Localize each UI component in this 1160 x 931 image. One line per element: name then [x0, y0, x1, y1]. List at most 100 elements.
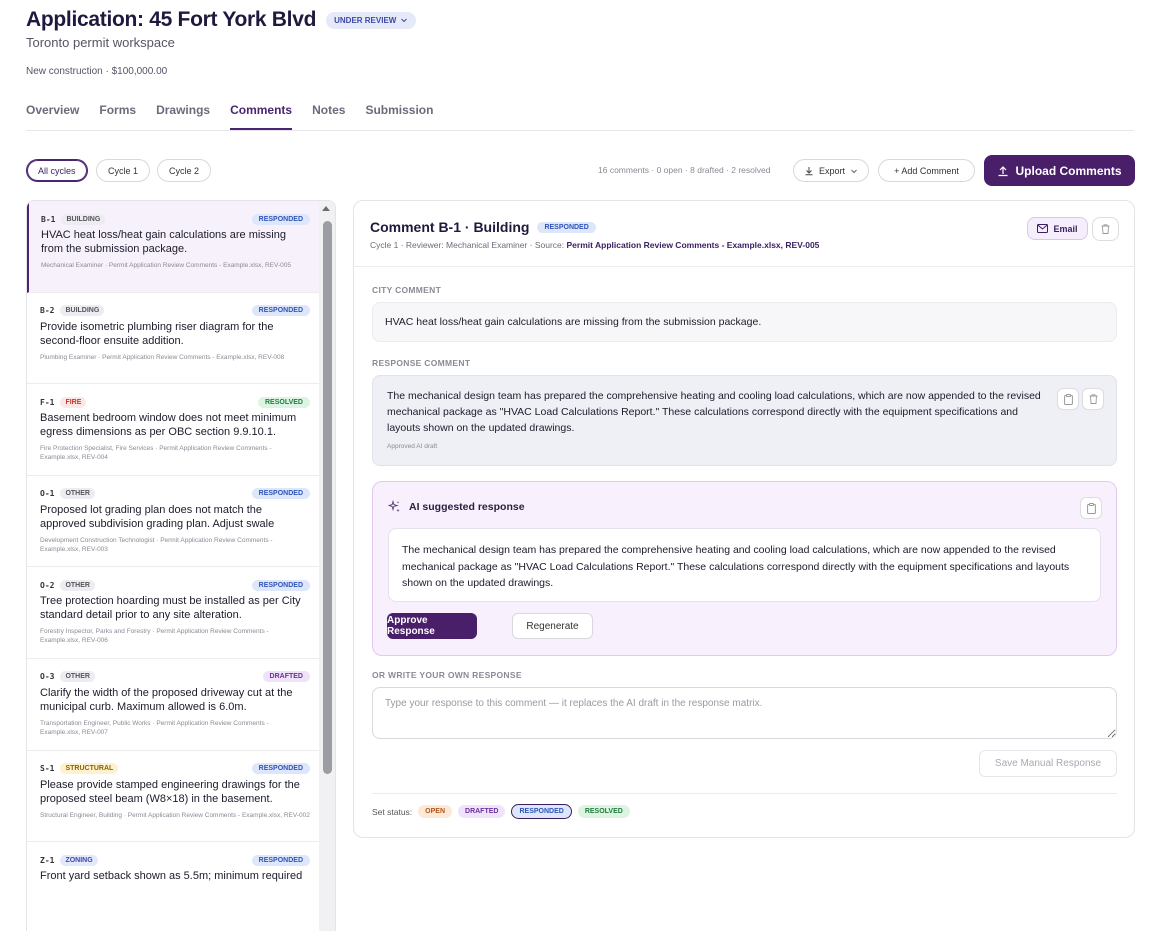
comment-code: B-2: [40, 306, 55, 316]
discipline-tag: STRUCTURAL: [60, 763, 119, 775]
comment-list-item[interactable]: O-1 OTHER RESPONDED Proposed lot grading…: [27, 476, 319, 568]
own-response-input[interactable]: [372, 687, 1117, 739]
copy-ai-suggestion-button[interactable]: [1080, 497, 1102, 519]
application-meta: New construction · $100,000.00: [26, 66, 168, 77]
city-comment-text: HVAC heat loss/heat gain calculations ar…: [372, 302, 1117, 342]
delete-response-button[interactable]: [1082, 388, 1104, 410]
tab-overview[interactable]: Overview: [26, 103, 79, 130]
discipline-tag: OTHER: [60, 579, 95, 591]
scroll-up-arrow-icon[interactable]: [322, 206, 330, 211]
comment-detail-title: Comment B-1 · Building: [370, 219, 530, 235]
page-title: Application: 45 Fort York Blvd: [26, 8, 317, 31]
comment-list-item[interactable]: O-2 OTHER RESPONDED Tree protection hoar…: [27, 567, 319, 659]
comment-text: Clarify the width of the proposed drivew…: [40, 686, 293, 713]
discipline-tag: OTHER: [60, 671, 95, 683]
application-status-dropdown[interactable]: UNDER REVIEW: [326, 11, 417, 29]
tab-submission[interactable]: Submission: [365, 103, 433, 130]
comment-detail-panel: Comment B-1 · Building RESPONDED Cycle 1…: [353, 200, 1135, 838]
status-option-open[interactable]: OPEN: [418, 805, 453, 818]
status-badge: RESPONDED: [537, 221, 596, 233]
comment-detail-header: Comment B-1 · Building RESPONDED Cycle 1…: [354, 201, 1134, 267]
set-status-row: Set status: OPEN DRAFTED RESPONDED RESOL…: [372, 804, 630, 819]
comment-source: Plumbing Examiner · Permit Application R…: [40, 353, 285, 361]
tab-drawings[interactable]: Drawings: [156, 103, 210, 130]
comment-list-item[interactable]: F-1 FIRE RESOLVED Basement bedroom windo…: [27, 384, 319, 476]
comment-code: O-1: [40, 489, 55, 499]
mail-icon: [1037, 224, 1049, 233]
page-header: Application: 45 Fort York Blvd UNDER REV…: [26, 8, 417, 77]
copy-response-button[interactable]: [1057, 388, 1079, 410]
comment-code: O-3: [40, 672, 55, 682]
comment-source: Forestry Inspector, Parks and Forestry ·…: [40, 628, 269, 645]
comment-code: O-2: [40, 580, 55, 590]
status-badge: RESPONDED: [251, 579, 310, 591]
status-option-resolved[interactable]: RESOLVED: [577, 805, 630, 818]
clipboard-icon: [1086, 502, 1096, 514]
tab-bar: Overview Forms Drawings Comments Notes S…: [26, 103, 1134, 131]
comment-code: Z-1: [40, 855, 55, 865]
save-manual-response-button[interactable]: Save Manual Response: [979, 750, 1117, 777]
tab-comments[interactable]: Comments: [230, 103, 293, 130]
comment-text: Tree protection hoarding must be install…: [40, 595, 301, 622]
own-response-label: OR WRITE YOUR OWN RESPONSE: [372, 670, 522, 680]
filter-all-cycles[interactable]: All cycles: [26, 159, 88, 182]
discipline-tag: FIRE: [60, 396, 87, 408]
scrollbar-thumb[interactable]: [323, 221, 332, 774]
tab-forms[interactable]: Forms: [99, 103, 136, 130]
application-status-label: UNDER REVIEW: [334, 15, 397, 25]
upload-comments-label: Upload Comments: [1015, 163, 1122, 178]
upload-icon: [998, 165, 1008, 176]
ai-suggestion-panel: AI suggested response The mechanical des…: [372, 481, 1117, 656]
comment-list-item[interactable]: S-1 STRUCTURAL RESPONDED Please provide …: [27, 751, 319, 843]
comment-text: Front yard setback shown as 5.5m; minimu…: [40, 870, 303, 883]
comment-meta-source: Permit Application Review Comments - Exa…: [566, 240, 820, 250]
comment-detail-meta: Cycle 1 · Reviewer: Mechanical Examiner …: [370, 240, 1118, 250]
status-badge: RESPONDED: [251, 488, 310, 500]
export-label: Export: [818, 165, 845, 176]
approve-response-button[interactable]: Approve Response: [387, 613, 477, 639]
trash-icon: [1089, 394, 1097, 404]
status-badge: DRAFTED: [262, 671, 310, 683]
set-status-label: Set status:: [372, 806, 413, 817]
city-comment-label: CITY COMMENT: [372, 285, 442, 295]
response-comment-label: RESPONSE COMMENT: [372, 358, 471, 368]
discipline-tag: BUILDING: [60, 305, 105, 317]
comment-meta-prefix: Cycle 1 · Reviewer: Mechanical Examiner …: [370, 240, 567, 250]
comment-text: Basement bedroom window does not meet mi…: [40, 412, 297, 439]
upload-comments-button[interactable]: Upload Comments: [984, 155, 1135, 186]
export-button[interactable]: Export: [793, 159, 869, 182]
status-option-drafted[interactable]: DRAFTED: [458, 805, 506, 818]
status-option-responded[interactable]: RESPONDED: [511, 804, 572, 819]
filter-cycle-2[interactable]: Cycle 2: [157, 159, 212, 182]
regenerate-button[interactable]: Regenerate: [512, 613, 593, 639]
comment-list-scroll: B-1 BUILDING RESPONDED HVAC heat loss/he…: [27, 201, 319, 931]
comment-source: Structural Engineer, Building · Permit A…: [40, 811, 310, 819]
status-badge: RESPONDED: [251, 305, 310, 317]
page-subtitle: Toronto permit workspace: [26, 35, 175, 50]
delete-comment-button[interactable]: [1092, 217, 1119, 241]
tab-notes[interactable]: Notes: [312, 103, 345, 130]
email-label: Email: [1053, 223, 1078, 234]
response-comment-box: The mechanical design team has prepared …: [372, 375, 1117, 466]
comment-list-item[interactable]: O-3 OTHER DRAFTED Clarify the width of t…: [27, 659, 319, 751]
comment-text: HVAC heat loss/heat gain calculations ar…: [41, 229, 286, 255]
email-button[interactable]: Email: [1027, 217, 1088, 240]
comment-list-item[interactable]: B-2 BUILDING RESPONDED Provide isometric…: [27, 293, 319, 385]
comment-source: Mechanical Examiner · Permit Application…: [41, 262, 291, 269]
ai-suggestion-label: AI suggested response: [409, 500, 525, 513]
response-comment-note: Approved AI draft: [387, 443, 438, 450]
comment-text: Proposed lot grading plan does not match…: [40, 503, 275, 530]
clipboard-icon: [1063, 393, 1073, 405]
status-badge: RESOLVED: [258, 396, 310, 408]
response-comment-text: The mechanical design team has prepared …: [387, 390, 1041, 434]
sparkles-icon: [388, 500, 400, 513]
comments-summary: 16 comments · 0 open · 8 drafted · 2 res…: [598, 165, 771, 175]
comment-list-item[interactable]: B-1 BUILDING RESPONDED HVAC heat loss/he…: [27, 201, 319, 293]
ai-suggestion-text: The mechanical design team has prepared …: [388, 528, 1101, 602]
add-comment-button[interactable]: + Add Comment: [878, 159, 975, 182]
comment-list-item[interactable]: Z-1 ZONING RESPONDED Front yard setback …: [27, 842, 319, 931]
trash-icon: [1101, 224, 1110, 234]
filter-cycle-1[interactable]: Cycle 1: [96, 159, 151, 182]
chevron-down-icon: [401, 18, 408, 23]
ai-suggestion-heading: AI suggested response: [388, 500, 525, 513]
